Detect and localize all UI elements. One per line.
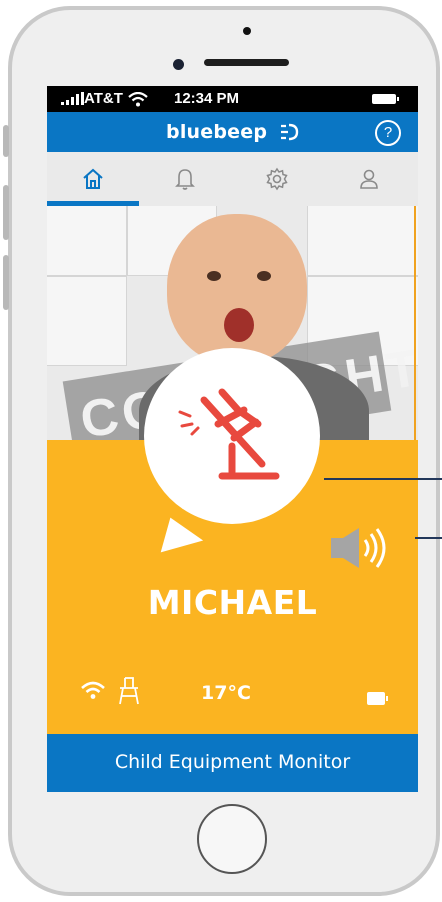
baby-right-eye <box>257 271 271 281</box>
tab-notifications[interactable] <box>139 152 231 206</box>
signal-icon <box>61 92 84 105</box>
user-icon <box>360 169 378 189</box>
temperature-reading: 17°C <box>201 682 251 704</box>
wifi-connection-icon <box>81 681 105 699</box>
bell-icon <box>175 169 195 190</box>
tab-profile[interactable] <box>323 152 415 206</box>
bluebeep-logo-icon <box>280 123 299 141</box>
baby-mouth <box>224 308 254 342</box>
volume-down-button <box>3 255 9 310</box>
child-name: MICHAEL <box>147 583 318 622</box>
clock-label: 12:34 PM <box>174 90 240 107</box>
accent-line <box>414 206 416 440</box>
proximity-sensor <box>243 27 251 35</box>
app-screen: AT&T 12:34 PM bluebeep ? MICHAEL 17°C Ch… <box>47 86 418 792</box>
tab-settings[interactable] <box>231 152 323 206</box>
earpiece-speaker <box>204 59 289 66</box>
footer-bar: Child Equipment Monitor <box>47 734 418 792</box>
home-icon <box>83 168 103 189</box>
footer-title: Child Equipment Monitor <box>114 751 351 773</box>
gear-icon <box>266 167 288 191</box>
brand-logo: bluebeep <box>47 121 418 143</box>
brand-name: bluebeep <box>166 121 268 143</box>
highchair-alert-icon[interactable] <box>164 384 294 484</box>
tab-home[interactable] <box>47 152 139 206</box>
tab-bar <box>47 152 418 206</box>
front-camera <box>173 59 184 70</box>
callout-line-bubble <box>324 478 442 480</box>
app-header: bluebeep ? <box>47 112 418 152</box>
speaker-icon[interactable] <box>329 526 391 570</box>
carrier-label: AT&T <box>84 90 123 107</box>
mute-switch <box>3 125 9 157</box>
wifi-status-icon <box>127 91 149 111</box>
baby-left-eye <box>207 271 221 281</box>
status-bar: AT&T 12:34 PM <box>47 86 418 112</box>
help-button[interactable]: ? <box>375 120 401 146</box>
battery-status-icon <box>372 94 399 104</box>
volume-up-button <box>3 185 9 240</box>
callout-line-speaker <box>415 537 442 539</box>
highchair-icon <box>119 677 139 705</box>
device-battery-icon <box>367 692 388 705</box>
home-button[interactable] <box>197 804 267 874</box>
